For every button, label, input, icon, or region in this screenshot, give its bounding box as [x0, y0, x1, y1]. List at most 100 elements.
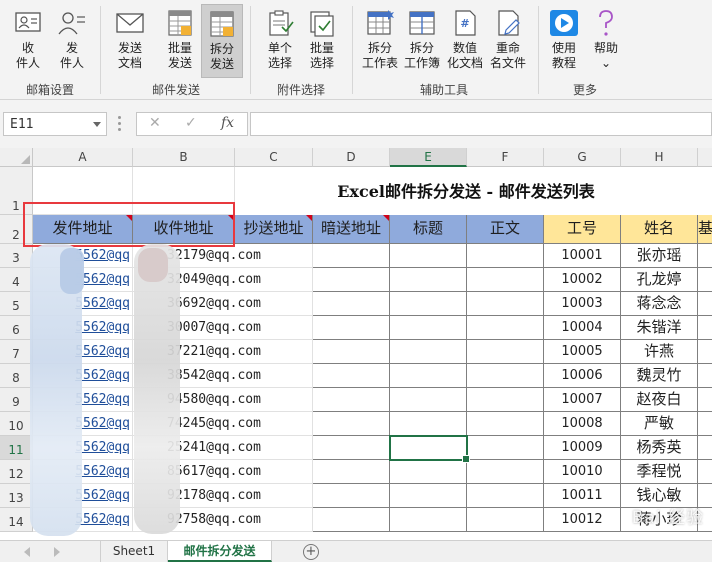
- partial-column-cell[interactable]: [698, 412, 712, 436]
- recipient-button[interactable]: 收件人: [6, 4, 50, 78]
- body-cell[interactable]: [467, 412, 544, 436]
- emp-no-cell[interactable]: 10001: [544, 244, 621, 268]
- select-all-corner[interactable]: [0, 148, 33, 167]
- name-cell[interactable]: 朱锴洋: [621, 316, 698, 340]
- column-header-G[interactable]: G: [544, 148, 621, 167]
- name-cell[interactable]: 季程悦: [621, 460, 698, 484]
- cc-address-cell[interactable]: [235, 508, 313, 532]
- column-header-F[interactable]: F: [467, 148, 544, 167]
- bcc-address-cell[interactable]: [313, 412, 390, 436]
- row-header-5[interactable]: 5: [0, 292, 33, 316]
- column-header-A[interactable]: A: [33, 148, 133, 167]
- cc-address-cell[interactable]: [235, 340, 313, 364]
- row-header-12[interactable]: 12: [0, 460, 33, 484]
- body-cell[interactable]: [467, 508, 544, 532]
- body-cell[interactable]: [467, 484, 544, 508]
- cc-address-cell[interactable]: [235, 436, 313, 460]
- cc-address-cell[interactable]: [235, 484, 313, 508]
- emp-no-cell[interactable]: 10008: [544, 412, 621, 436]
- name-cell[interactable]: 蒋念念: [621, 292, 698, 316]
- body-cell[interactable]: [467, 292, 544, 316]
- bcc-address-cell[interactable]: [313, 316, 390, 340]
- cc-address-cell[interactable]: [235, 388, 313, 412]
- subject-cell[interactable]: [390, 340, 467, 364]
- prev-sheet-icon[interactable]: [24, 547, 30, 557]
- column-header-C[interactable]: C: [235, 148, 313, 167]
- header-name[interactable]: 姓名: [621, 215, 698, 244]
- row-header-4[interactable]: 4: [0, 268, 33, 292]
- partial-column-cell[interactable]: [698, 292, 712, 316]
- column-header-B[interactable]: B: [133, 148, 235, 167]
- row-header-9[interactable]: 9: [0, 388, 33, 412]
- tab-mail-split-send[interactable]: 邮件拆分发送: [168, 541, 272, 562]
- cc-address-cell[interactable]: [235, 244, 313, 268]
- batch-select-button[interactable]: 批量 选择: [300, 4, 344, 78]
- partial-column-cell[interactable]: [698, 244, 712, 268]
- cc-address-cell[interactable]: [235, 316, 313, 340]
- partial-column-cell[interactable]: [698, 268, 712, 292]
- emp-no-cell[interactable]: 10007: [544, 388, 621, 412]
- header-bcc-address[interactable]: 暗送地址: [313, 215, 390, 244]
- subject-cell[interactable]: [390, 412, 467, 436]
- body-cell[interactable]: [467, 244, 544, 268]
- emp-no-cell[interactable]: 10003: [544, 292, 621, 316]
- partial-column-cell[interactable]: [698, 340, 712, 364]
- emp-no-cell[interactable]: 10004: [544, 316, 621, 340]
- header-cc-address[interactable]: 抄送地址: [235, 215, 313, 244]
- subject-cell[interactable]: [390, 244, 467, 268]
- emp-no-cell[interactable]: 10012: [544, 508, 621, 532]
- add-sheet-icon[interactable]: +: [303, 544, 319, 560]
- header-subject[interactable]: 标题: [390, 215, 467, 244]
- partial-column-cell[interactable]: [698, 364, 712, 388]
- bcc-address-cell[interactable]: [313, 460, 390, 484]
- subject-cell[interactable]: [390, 484, 467, 508]
- name-cell[interactable]: 严敏: [621, 412, 698, 436]
- subject-cell[interactable]: [390, 292, 467, 316]
- formula-bar-grip-icon[interactable]: [118, 116, 121, 132]
- body-cell[interactable]: [467, 340, 544, 364]
- name-cell[interactable]: 赵夜白: [621, 388, 698, 412]
- body-cell[interactable]: [467, 436, 544, 460]
- column-header-I[interactable]: I: [698, 148, 712, 167]
- sender-button[interactable]: 发件人: [50, 4, 94, 78]
- subject-cell[interactable]: [390, 508, 467, 532]
- confirm-icon[interactable]: ✓: [185, 115, 197, 131]
- name-cell[interactable]: 张亦瑶: [621, 244, 698, 268]
- cc-address-cell[interactable]: [235, 268, 313, 292]
- subject-cell[interactable]: [390, 460, 467, 484]
- bcc-address-cell[interactable]: [313, 244, 390, 268]
- row-header-7[interactable]: 7: [0, 340, 33, 364]
- column-header-H[interactable]: H: [621, 148, 698, 167]
- subject-cell[interactable]: [390, 268, 467, 292]
- bcc-address-cell[interactable]: [313, 388, 390, 412]
- cc-address-cell[interactable]: [235, 460, 313, 484]
- row-header-11[interactable]: 11: [0, 436, 33, 460]
- body-cell[interactable]: [467, 268, 544, 292]
- partial-column-cell[interactable]: [698, 460, 712, 484]
- emp-no-cell[interactable]: 10006: [544, 364, 621, 388]
- tab-sheet1[interactable]: Sheet1: [100, 541, 168, 562]
- body-cell[interactable]: [467, 316, 544, 340]
- bcc-address-cell[interactable]: [313, 364, 390, 388]
- name-cell[interactable]: 孔龙婷: [621, 268, 698, 292]
- rename-file-button[interactable]: 重命 名文件: [486, 4, 530, 78]
- body-cell[interactable]: [467, 460, 544, 484]
- name-box-dropdown-icon[interactable]: [93, 122, 101, 127]
- emp-no-cell[interactable]: 10011: [544, 484, 621, 508]
- body-cell[interactable]: [467, 364, 544, 388]
- name-cell[interactable]: 魏灵竹: [621, 364, 698, 388]
- name-cell[interactable]: 杨秀英: [621, 436, 698, 460]
- selected-cell[interactable]: [389, 435, 470, 463]
- name-box[interactable]: E11: [3, 112, 107, 136]
- bcc-address-cell[interactable]: [313, 436, 390, 460]
- emp-no-cell[interactable]: 10009: [544, 436, 621, 460]
- column-header-E[interactable]: E: [390, 148, 467, 167]
- numeric-document-button[interactable]: # 数值 化文档: [443, 4, 487, 78]
- bcc-address-cell[interactable]: [313, 484, 390, 508]
- header-emp-no[interactable]: 工号: [544, 215, 621, 244]
- row-header-14[interactable]: 14: [0, 508, 33, 532]
- cancel-icon[interactable]: ✕: [149, 115, 161, 131]
- column-header-D[interactable]: D: [313, 148, 390, 167]
- body-cell[interactable]: [467, 388, 544, 412]
- row-header-6[interactable]: 6: [0, 316, 33, 340]
